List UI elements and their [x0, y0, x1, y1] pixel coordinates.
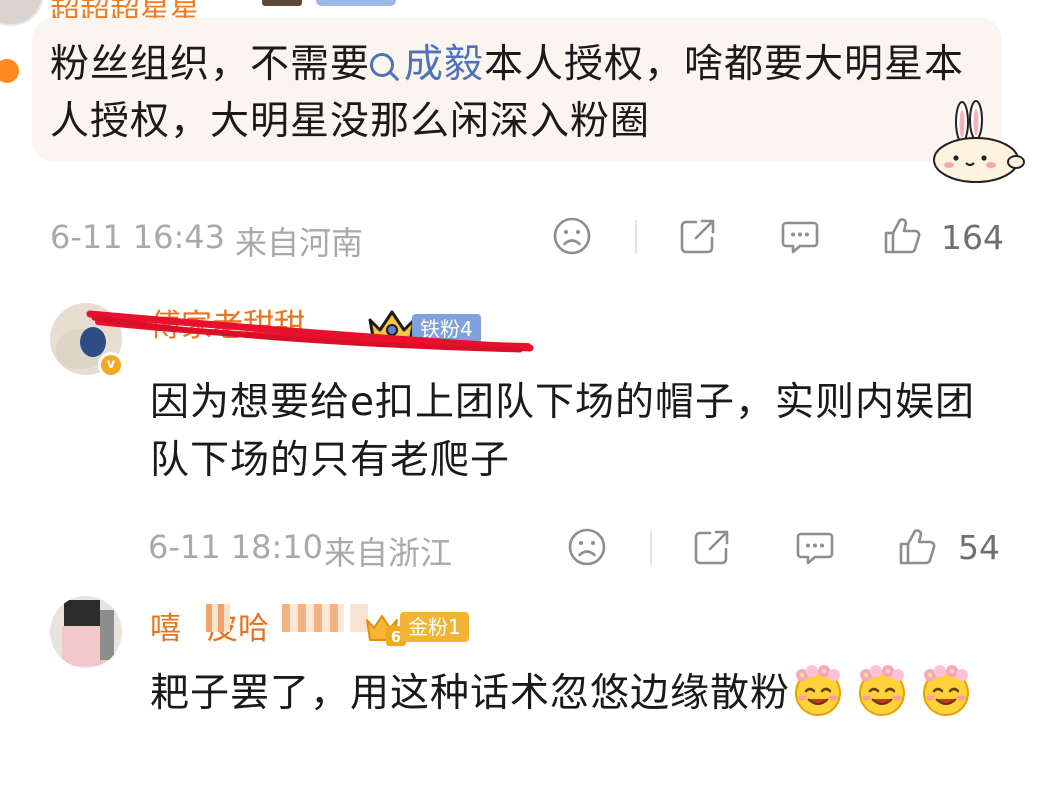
comment-location: 来自浙江	[324, 534, 453, 572]
comment-icon[interactable]	[780, 216, 820, 256]
commenter-avatar[interactable]	[0, 0, 44, 26]
action-divider	[650, 531, 652, 565]
like-thumb-icon[interactable]	[897, 527, 937, 567]
search-icon	[370, 53, 395, 77]
flower-crown-smile-emoji-icon	[790, 662, 846, 718]
username-fragment: 哈	[238, 611, 269, 647]
comment-location: 来自河南	[235, 224, 364, 262]
dislike-face-icon[interactable]	[552, 216, 592, 256]
comment-text: 耙子罢了，用这种话术忽悠边缘散粉	[150, 662, 1010, 726]
comment-text: 因为想要给e扣上团队下场的帽子，实则内娱团队下场的只有老爬子	[150, 380, 975, 483]
mosaic-redaction	[206, 604, 230, 632]
comment-text-part: 粉丝组织，不需要	[50, 42, 371, 87]
comment-text: 粉丝组织，不需要 成毅本人授权，啥都要大明星本人授权，大明星没那么闲深入粉圈	[50, 36, 970, 150]
like-count: 54	[958, 528, 1000, 567]
comment-time: 6-11 16:43	[50, 218, 226, 256]
fan-level-badge	[316, 0, 396, 6]
mosaic-redaction	[282, 604, 344, 632]
like-count: 164	[941, 218, 1004, 257]
gold-fan-badge: 金粉1	[400, 612, 469, 642]
flower-crown-smile-emoji-icon	[854, 662, 910, 718]
action-divider	[635, 220, 637, 254]
bunny-sticker-icon	[928, 100, 1026, 184]
flower-crown-smile-emoji-icon	[918, 662, 974, 718]
topic-link[interactable]: 成毅	[370, 42, 484, 87]
share-icon[interactable]	[692, 527, 732, 567]
user-medal	[262, 0, 302, 6]
like-thumb-icon[interactable]	[882, 216, 922, 256]
comment-icon[interactable]	[795, 527, 835, 567]
comment-time: 6-11 18:10	[148, 528, 324, 566]
dislike-face-icon[interactable]	[567, 527, 607, 567]
comment-text-body: 耙子罢了，用这种话术忽悠边缘散粉	[150, 671, 791, 716]
avatar-badge	[0, 56, 22, 86]
username-fragment: 嘻	[150, 611, 181, 647]
commenter-avatar[interactable]	[50, 596, 122, 668]
red-scribble-redaction	[86, 310, 534, 353]
topic-link-label: 成毅	[404, 42, 485, 87]
share-icon[interactable]	[678, 216, 718, 256]
